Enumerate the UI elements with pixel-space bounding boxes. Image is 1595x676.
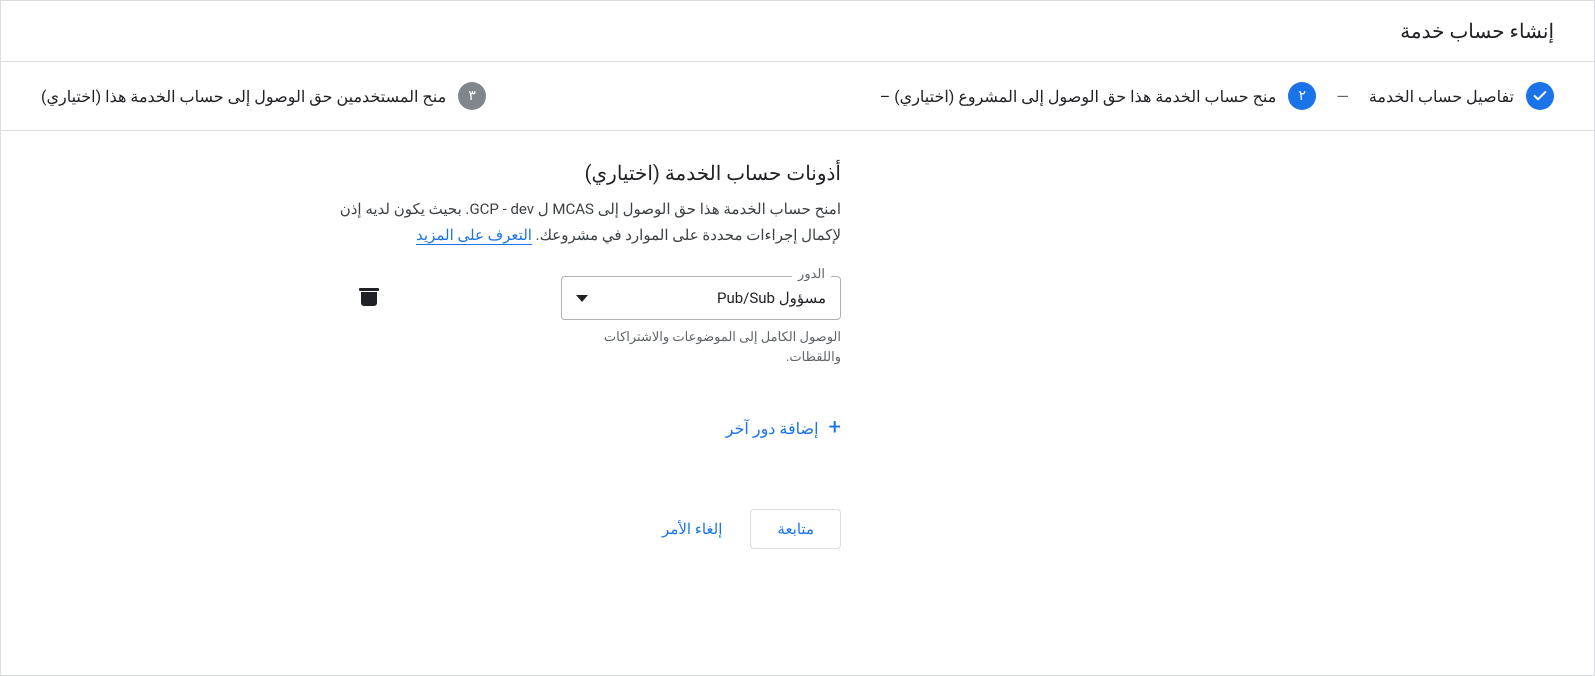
trash-icon [361, 288, 377, 306]
role-field-column: الدور مسؤول Pub/Sub الوصول الكامل إلى ال… [561, 276, 841, 367]
role-select[interactable]: مسؤول Pub/Sub [561, 276, 841, 320]
delete-role-button[interactable] [351, 278, 387, 319]
main-content: أذونات حساب الخدمة (اختياري) امنح حساب ا… [1, 131, 901, 579]
action-row: متابعة إلغاء الأمر [41, 509, 841, 549]
step-2-number: ٢ [1288, 82, 1316, 110]
role-help-text: الوصول الكامل إلى الموضوعات والاشتراكات … [561, 328, 841, 367]
step-1[interactable]: تفاصيل حساب الخدمة [1369, 82, 1554, 110]
desc-text: امنح حساب الخدمة هذا حق الوصول إلى MCAS … [340, 200, 841, 244]
page-title: إنشاء حساب خدمة [1400, 19, 1554, 43]
learn-more-link[interactable]: التعرف على المزيد [416, 226, 532, 245]
cancel-button[interactable]: إلغاء الأمر [662, 520, 722, 538]
step-separator: — [1336, 87, 1349, 106]
step-2[interactable]: ٢ منح حساب الخدمة هذا حق الوصول إلى المش… [880, 82, 1317, 110]
stepper: تفاصيل حساب الخدمة — ٢ منح حساب الخدمة ه… [1, 62, 1594, 131]
role-row: الدور مسؤول Pub/Sub الوصول الكامل إلى ال… [41, 276, 841, 367]
role-field-label: الدور [792, 267, 831, 282]
add-role-button[interactable]: + إضافة دور آخر [726, 417, 841, 439]
step-2-label: منح حساب الخدمة هذا حق الوصول إلى المشرو… [880, 87, 1277, 106]
step-1-label: تفاصيل حساب الخدمة [1369, 87, 1514, 106]
step-3-number: ٣ [458, 82, 486, 110]
role-value: مسؤول Pub/Sub [717, 289, 826, 307]
section-title: أذونات حساب الخدمة (اختياري) [41, 161, 841, 185]
section-description: امنح حساب الخدمة هذا حق الوصول إلى MCAS … [321, 197, 841, 248]
step-3-label: منح المستخدمين حق الوصول إلى حساب الخدمة… [41, 87, 446, 106]
continue-button[interactable]: متابعة [750, 509, 841, 549]
add-role-label: إضافة دور آخر [726, 419, 819, 438]
check-icon [1526, 82, 1554, 110]
plus-icon: + [829, 417, 841, 439]
role-field: الدور مسؤول Pub/Sub [561, 276, 841, 320]
step-3[interactable]: منح المستخدمين حق الوصول إلى حساب الخدمة… [41, 82, 486, 110]
page-header: إنشاء حساب خدمة [1, 1, 1594, 62]
chevron-down-icon [576, 295, 588, 302]
